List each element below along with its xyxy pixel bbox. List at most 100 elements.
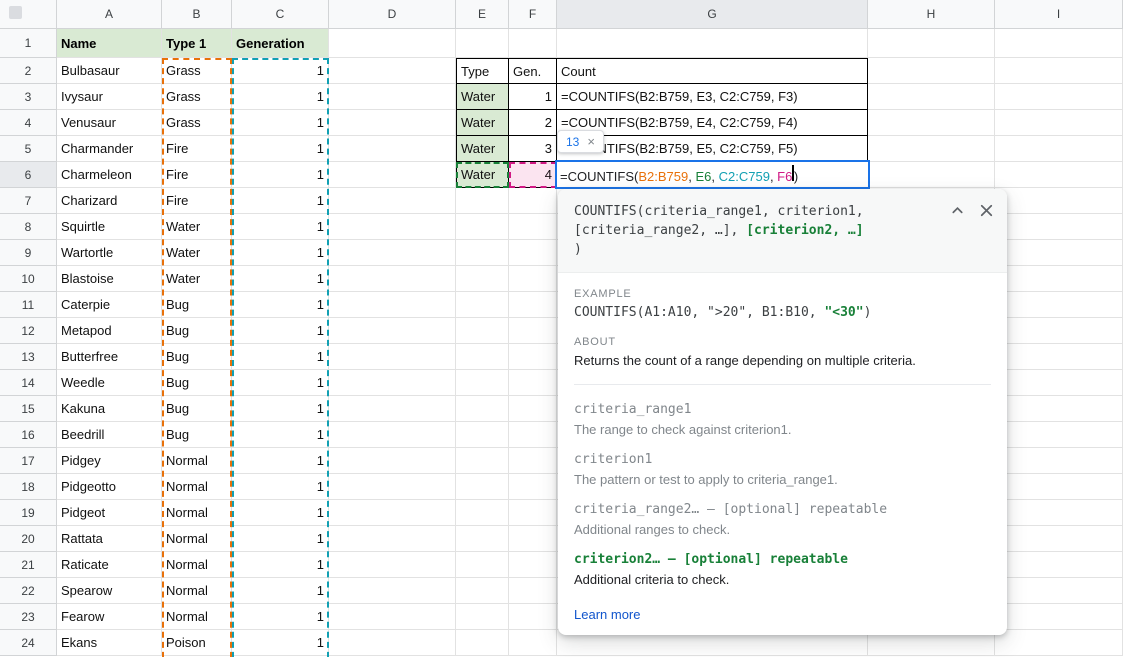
cell-B12[interactable]: Bug <box>162 318 232 344</box>
cell-E20[interactable] <box>456 526 509 552</box>
cell-C10[interactable]: 1 <box>232 266 329 292</box>
cell-I4[interactable] <box>995 110 1123 136</box>
row-header-6[interactable]: 6 <box>0 162 57 188</box>
cell-F12[interactable] <box>509 318 557 344</box>
cell-F11[interactable] <box>509 292 557 318</box>
cell-C14[interactable]: 1 <box>232 370 329 396</box>
cell-E15[interactable] <box>456 396 509 422</box>
cell-H3[interactable] <box>868 84 995 110</box>
cell-D20[interactable] <box>329 526 456 552</box>
cell-F1[interactable] <box>509 29 557 58</box>
row-header-19[interactable]: 19 <box>0 500 57 526</box>
cell-I2[interactable] <box>995 58 1123 84</box>
cell-E10[interactable] <box>456 266 509 292</box>
row-header-1[interactable]: 1 <box>0 29 57 58</box>
cell-E16[interactable] <box>456 422 509 448</box>
cell-C12[interactable]: 1 <box>232 318 329 344</box>
cell-E21[interactable] <box>456 552 509 578</box>
active-cell-editor[interactable]: =COUNTIFS(B2:B759, E6, C2:C759, F6) <box>555 160 870 189</box>
col-header-F[interactable]: F <box>509 0 557 29</box>
cell-E14[interactable] <box>456 370 509 396</box>
cell-A9[interactable]: Wartortle <box>57 240 162 266</box>
cell-C4[interactable]: 1 <box>232 110 329 136</box>
cell-E1[interactable] <box>456 29 509 58</box>
cell-I11[interactable] <box>995 292 1123 318</box>
row-header-16[interactable]: 16 <box>0 422 57 448</box>
row-header-4[interactable]: 4 <box>0 110 57 136</box>
cell-A2[interactable]: Bulbasaur <box>57 58 162 84</box>
cell-D10[interactable] <box>329 266 456 292</box>
row-header-24[interactable]: 24 <box>0 630 57 656</box>
cell-A24[interactable]: Ekans <box>57 630 162 656</box>
cell-A4[interactable]: Venusaur <box>57 110 162 136</box>
cell-I13[interactable] <box>995 344 1123 370</box>
cell-B3[interactable]: Grass <box>162 84 232 110</box>
col-header-G[interactable]: G <box>557 0 868 29</box>
cell-E6[interactable]: Water <box>456 162 509 188</box>
cell-B2[interactable]: Grass <box>162 58 232 84</box>
cell-D16[interactable] <box>329 422 456 448</box>
cell-E18[interactable] <box>456 474 509 500</box>
cell-D2[interactable] <box>329 58 456 84</box>
row-header-13[interactable]: 13 <box>0 344 57 370</box>
cell-I19[interactable] <box>995 500 1123 526</box>
cell-A19[interactable]: Pidgeot <box>57 500 162 526</box>
cell-B5[interactable]: Fire <box>162 136 232 162</box>
cell-I3[interactable] <box>995 84 1123 110</box>
cell-F21[interactable] <box>509 552 557 578</box>
cell-D17[interactable] <box>329 448 456 474</box>
cell-D21[interactable] <box>329 552 456 578</box>
cell-I6[interactable] <box>995 162 1123 188</box>
cell-B16[interactable]: Bug <box>162 422 232 448</box>
cell-F7[interactable] <box>509 188 557 214</box>
cell-F13[interactable] <box>509 344 557 370</box>
cell-C7[interactable]: 1 <box>232 188 329 214</box>
col-header-A[interactable]: A <box>57 0 162 29</box>
row-header-8[interactable]: 8 <box>0 214 57 240</box>
cell-E24[interactable] <box>456 630 509 656</box>
cell-C11[interactable]: 1 <box>232 292 329 318</box>
cell-F20[interactable] <box>509 526 557 552</box>
cell-B7[interactable]: Fire <box>162 188 232 214</box>
cell-E19[interactable] <box>456 500 509 526</box>
row-header-18[interactable]: 18 <box>0 474 57 500</box>
cell-D11[interactable] <box>329 292 456 318</box>
cell-A14[interactable]: Weedle <box>57 370 162 396</box>
cell-I17[interactable] <box>995 448 1123 474</box>
cell-H2[interactable] <box>868 58 995 84</box>
cell-F19[interactable] <box>509 500 557 526</box>
cell-D15[interactable] <box>329 396 456 422</box>
row-header-22[interactable]: 22 <box>0 578 57 604</box>
cell-I14[interactable] <box>995 370 1123 396</box>
cell-F6[interactable]: 4 <box>509 162 557 188</box>
cell-G3[interactable]: =COUNTIFS(B2:B759, E3, C2:C759, F3) <box>557 84 868 110</box>
cell-C8[interactable]: 1 <box>232 214 329 240</box>
cell-D19[interactable] <box>329 500 456 526</box>
cell-A20[interactable]: Rattata <box>57 526 162 552</box>
cell-C22[interactable]: 1 <box>232 578 329 604</box>
col-header-B[interactable]: B <box>162 0 232 29</box>
cell-C5[interactable]: 1 <box>232 136 329 162</box>
cell-B11[interactable]: Bug <box>162 292 232 318</box>
col-header-I[interactable]: I <box>995 0 1123 29</box>
row-header-21[interactable]: 21 <box>0 552 57 578</box>
cell-E22[interactable] <box>456 578 509 604</box>
cell-A16[interactable]: Beedrill <box>57 422 162 448</box>
row-header-3[interactable]: 3 <box>0 84 57 110</box>
cell-H5[interactable] <box>868 136 995 162</box>
cell-D3[interactable] <box>329 84 456 110</box>
cell-B9[interactable]: Water <box>162 240 232 266</box>
cell-B13[interactable]: Bug <box>162 344 232 370</box>
row-header-7[interactable]: 7 <box>0 188 57 214</box>
cell-F24[interactable] <box>509 630 557 656</box>
cell-G2[interactable]: Count <box>557 58 868 84</box>
select-all-corner[interactable] <box>0 0 57 29</box>
cell-D12[interactable] <box>329 318 456 344</box>
cell-C21[interactable]: 1 <box>232 552 329 578</box>
cell-F5[interactable]: 3 <box>509 136 557 162</box>
cell-H6[interactable] <box>868 162 995 188</box>
cell-A1[interactable]: Name <box>57 29 162 58</box>
cell-B10[interactable]: Water <box>162 266 232 292</box>
row-header-20[interactable]: 20 <box>0 526 57 552</box>
row-header-12[interactable]: 12 <box>0 318 57 344</box>
